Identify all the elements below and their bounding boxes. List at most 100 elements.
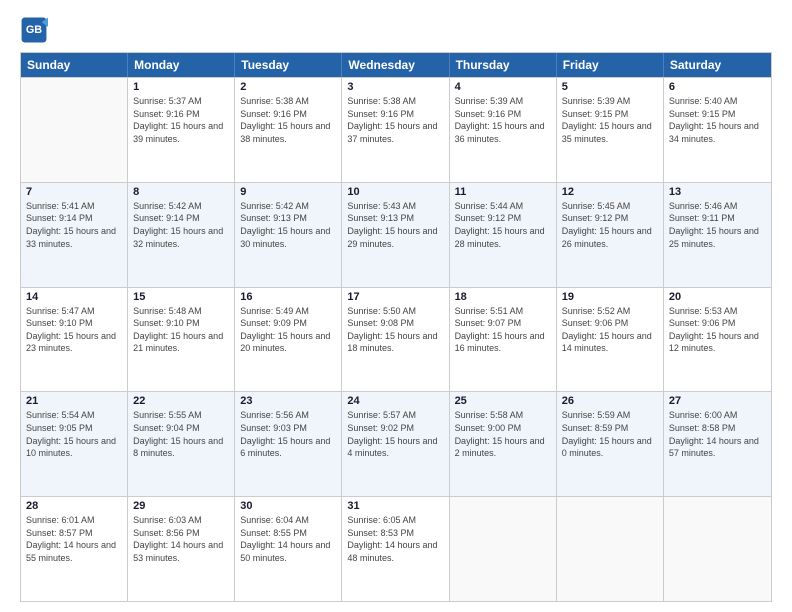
day-number: 21 bbox=[26, 395, 122, 407]
calendar-cell: 24 Sunrise: 5:57 AM Sunset: 9:02 PM Dayli… bbox=[342, 392, 449, 496]
day-number: 5 bbox=[562, 81, 658, 93]
calendar-cell: 28Sunrise: 6:01 AM Sunset: 8:57 PM Dayli… bbox=[21, 497, 128, 601]
day-info: Sunrise: 5:47 AM Sunset: 9:10 PM Dayligh… bbox=[26, 305, 122, 355]
logo: GB bbox=[20, 16, 52, 44]
day-info: Sunrise: 5:46 AM Sunset: 9:11 PM Dayligh… bbox=[669, 200, 766, 250]
weekday-header-wednesday: Wednesday bbox=[342, 53, 449, 77]
day-number: 11 bbox=[455, 186, 551, 198]
day-number: 1 bbox=[133, 81, 229, 93]
weekday-header-tuesday: Tuesday bbox=[235, 53, 342, 77]
day-info: Sunrise: 5:42 AM Sunset: 9:13 PM Dayligh… bbox=[240, 200, 336, 250]
calendar-cell: 17 Sunrise: 5:50 AM Sunset: 9:08 PM Dayli… bbox=[342, 288, 449, 392]
day-info: Sunrise: 5:45 AM Sunset: 9:12 PM Dayligh… bbox=[562, 200, 658, 250]
day-number: 19 bbox=[562, 291, 658, 303]
day-info: Sunrise: 5:55 AM Sunset: 9:04 PM Dayligh… bbox=[133, 409, 229, 459]
day-info: Sunrise: 5:44 AM Sunset: 9:12 PM Dayligh… bbox=[455, 200, 551, 250]
day-number: 2 bbox=[240, 81, 336, 93]
calendar-cell: 5 Sunrise: 5:39 AM Sunset: 9:15 PM Daylig… bbox=[557, 78, 664, 182]
calendar-cell: 14 Sunrise: 5:47 AM Sunset: 9:10 PM Dayli… bbox=[21, 288, 128, 392]
day-info: Sunrise: 5:50 AM Sunset: 9:08 PM Dayligh… bbox=[347, 305, 443, 355]
day-number: 27 bbox=[669, 395, 766, 407]
day-number: 20 bbox=[669, 291, 766, 303]
weekday-header-saturday: Saturday bbox=[664, 53, 771, 77]
day-number: 13 bbox=[669, 186, 766, 198]
page: GB SundayMondayTuesdayWednesdayThursdayF… bbox=[0, 0, 792, 612]
day-number: 16 bbox=[240, 291, 336, 303]
calendar-cell: 1 Sunrise: 5:37 AM Sunset: 9:16 PM Daylig… bbox=[128, 78, 235, 182]
day-info: Sunrise: 6:05 AM Sunset: 8:53 PM Dayligh… bbox=[347, 514, 443, 564]
day-number: 9 bbox=[240, 186, 336, 198]
calendar-row-3: 14 Sunrise: 5:47 AM Sunset: 9:10 PM Dayli… bbox=[21, 287, 771, 392]
day-number: 28 bbox=[26, 500, 122, 512]
day-number: 22 bbox=[133, 395, 229, 407]
calendar-cell: 26Sunrise: 5:59 AM Sunset: 8:59 PM Dayli… bbox=[557, 392, 664, 496]
calendar-cell: 22 Sunrise: 5:55 AM Sunset: 9:04 PM Dayli… bbox=[128, 392, 235, 496]
day-number: 31 bbox=[347, 500, 443, 512]
calendar-cell: 16 Sunrise: 5:49 AM Sunset: 9:09 PM Dayli… bbox=[235, 288, 342, 392]
day-info: Sunrise: 6:00 AM Sunset: 8:58 PM Dayligh… bbox=[669, 409, 766, 459]
day-info: Sunrise: 6:03 AM Sunset: 8:56 PM Dayligh… bbox=[133, 514, 229, 564]
day-number: 8 bbox=[133, 186, 229, 198]
day-number: 6 bbox=[669, 81, 766, 93]
calendar-cell: 6 Sunrise: 5:40 AM Sunset: 9:15 PM Daylig… bbox=[664, 78, 771, 182]
day-number: 18 bbox=[455, 291, 551, 303]
day-number: 25 bbox=[455, 395, 551, 407]
day-info: Sunrise: 5:38 AM Sunset: 9:16 PM Dayligh… bbox=[347, 95, 443, 145]
weekday-header-friday: Friday bbox=[557, 53, 664, 77]
calendar-cell: 31 Sunrise: 6:05 AM Sunset: 8:53 PM Dayli… bbox=[342, 497, 449, 601]
day-info: Sunrise: 5:57 AM Sunset: 9:02 PM Dayligh… bbox=[347, 409, 443, 459]
calendar-cell: 21 Sunrise: 5:54 AM Sunset: 9:05 PM Dayli… bbox=[21, 392, 128, 496]
day-info: Sunrise: 5:51 AM Sunset: 9:07 PM Dayligh… bbox=[455, 305, 551, 355]
day-number: 23 bbox=[240, 395, 336, 407]
day-info: Sunrise: 5:42 AM Sunset: 9:14 PM Dayligh… bbox=[133, 200, 229, 250]
day-number: 12 bbox=[562, 186, 658, 198]
day-number: 10 bbox=[347, 186, 443, 198]
day-number: 15 bbox=[133, 291, 229, 303]
calendar-cell: 10 Sunrise: 5:43 AM Sunset: 9:13 PM Dayli… bbox=[342, 183, 449, 287]
calendar-cell: 11 Sunrise: 5:44 AM Sunset: 9:12 PM Dayli… bbox=[450, 183, 557, 287]
day-number: 7 bbox=[26, 186, 122, 198]
day-info: Sunrise: 5:41 AM Sunset: 9:14 PM Dayligh… bbox=[26, 200, 122, 250]
logo-icon: GB bbox=[20, 16, 48, 44]
day-info: Sunrise: 5:40 AM Sunset: 9:15 PM Dayligh… bbox=[669, 95, 766, 145]
day-info: Sunrise: 5:54 AM Sunset: 9:05 PM Dayligh… bbox=[26, 409, 122, 459]
day-info: Sunrise: 5:48 AM Sunset: 9:10 PM Dayligh… bbox=[133, 305, 229, 355]
calendar-row-1: 1 Sunrise: 5:37 AM Sunset: 9:16 PM Daylig… bbox=[21, 77, 771, 182]
day-info: Sunrise: 5:49 AM Sunset: 9:09 PM Dayligh… bbox=[240, 305, 336, 355]
day-number: 17 bbox=[347, 291, 443, 303]
calendar-cell: 20 Sunrise: 5:53 AM Sunset: 9:06 PM Dayli… bbox=[664, 288, 771, 392]
svg-text:GB: GB bbox=[26, 24, 42, 36]
day-info: Sunrise: 5:39 AM Sunset: 9:15 PM Dayligh… bbox=[562, 95, 658, 145]
day-info: Sunrise: 5:53 AM Sunset: 9:06 PM Dayligh… bbox=[669, 305, 766, 355]
day-number: 29 bbox=[133, 500, 229, 512]
calendar-cell: 7 Sunrise: 5:41 AM Sunset: 9:14 PM Daylig… bbox=[21, 183, 128, 287]
calendar-cell: 25Sunrise: 5:58 AM Sunset: 9:00 PM Dayli… bbox=[450, 392, 557, 496]
day-number: 14 bbox=[26, 291, 122, 303]
calendar-cell: 29 Sunrise: 6:03 AM Sunset: 8:56 PM Dayli… bbox=[128, 497, 235, 601]
day-info: Sunrise: 5:52 AM Sunset: 9:06 PM Dayligh… bbox=[562, 305, 658, 355]
calendar-cell: 18 Sunrise: 5:51 AM Sunset: 9:07 PM Dayli… bbox=[450, 288, 557, 392]
calendar-cell: 12 Sunrise: 5:45 AM Sunset: 9:12 PM Dayli… bbox=[557, 183, 664, 287]
calendar-row-4: 21 Sunrise: 5:54 AM Sunset: 9:05 PM Dayli… bbox=[21, 391, 771, 496]
calendar-header: SundayMondayTuesdayWednesdayThursdayFrid… bbox=[21, 53, 771, 77]
day-info: Sunrise: 5:39 AM Sunset: 9:16 PM Dayligh… bbox=[455, 95, 551, 145]
weekday-header-sunday: Sunday bbox=[21, 53, 128, 77]
calendar-cell: 27 Sunrise: 6:00 AM Sunset: 8:58 PM Dayli… bbox=[664, 392, 771, 496]
calendar-cell: 15 Sunrise: 5:48 AM Sunset: 9:10 PM Dayli… bbox=[128, 288, 235, 392]
day-info: Sunrise: 6:04 AM Sunset: 8:55 PM Dayligh… bbox=[240, 514, 336, 564]
calendar-cell: 4Sunrise: 5:39 AM Sunset: 9:16 PM Daylig… bbox=[450, 78, 557, 182]
calendar-row-2: 7 Sunrise: 5:41 AM Sunset: 9:14 PM Daylig… bbox=[21, 182, 771, 287]
calendar-cell: 19 Sunrise: 5:52 AM Sunset: 9:06 PM Dayli… bbox=[557, 288, 664, 392]
day-info: Sunrise: 5:56 AM Sunset: 9:03 PM Dayligh… bbox=[240, 409, 336, 459]
day-info: Sunrise: 5:37 AM Sunset: 9:16 PM Dayligh… bbox=[133, 95, 229, 145]
calendar-cell: 3Sunrise: 5:38 AM Sunset: 9:16 PM Daylig… bbox=[342, 78, 449, 182]
calendar-cell bbox=[557, 497, 664, 601]
calendar-row-5: 28Sunrise: 6:01 AM Sunset: 8:57 PM Dayli… bbox=[21, 496, 771, 601]
calendar-body: 1 Sunrise: 5:37 AM Sunset: 9:16 PM Daylig… bbox=[21, 77, 771, 601]
calendar: SundayMondayTuesdayWednesdayThursdayFrid… bbox=[20, 52, 772, 602]
calendar-cell: 9 Sunrise: 5:42 AM Sunset: 9:13 PM Daylig… bbox=[235, 183, 342, 287]
calendar-cell bbox=[21, 78, 128, 182]
day-info: Sunrise: 5:43 AM Sunset: 9:13 PM Dayligh… bbox=[347, 200, 443, 250]
day-number: 24 bbox=[347, 395, 443, 407]
calendar-cell: 2Sunrise: 5:38 AM Sunset: 9:16 PM Daylig… bbox=[235, 78, 342, 182]
